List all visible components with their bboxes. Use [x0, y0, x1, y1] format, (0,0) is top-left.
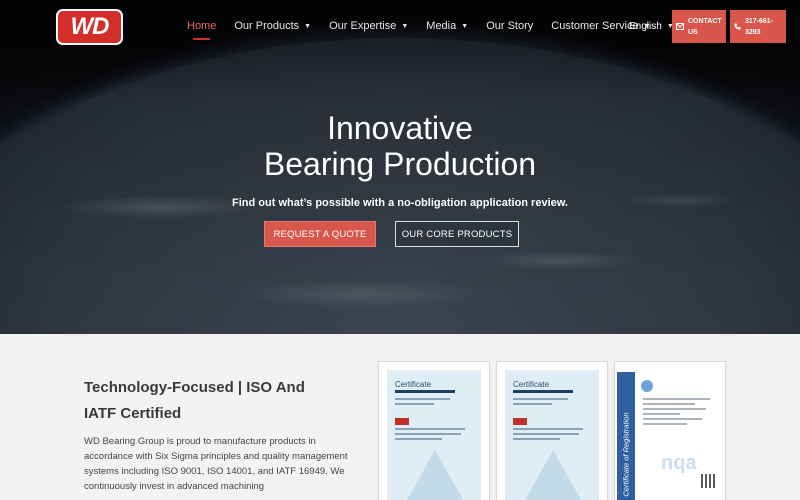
- certificate-logo: [513, 418, 527, 425]
- core-products-button[interactable]: OUR CORE PRODUCTS: [395, 221, 519, 247]
- qr-code-icon: [701, 474, 715, 488]
- nav-home[interactable]: Home: [187, 20, 217, 40]
- caret-down-icon: ▼: [401, 22, 409, 30]
- contact-us-text: CONTACT US: [688, 16, 722, 38]
- certificate-text-lines: [643, 398, 717, 428]
- nav-customer-service-label: Customer Service: [551, 20, 639, 32]
- certificate-background: Certificate: [387, 370, 481, 500]
- certificate-text-lines: [513, 428, 591, 443]
- certificate-background: Certificate: [505, 370, 599, 500]
- nav-our-story-label: Our Story: [486, 20, 534, 32]
- logo-text: WD: [70, 13, 110, 40]
- nav-our-products[interactable]: Our Products ▼: [234, 20, 311, 32]
- contact-us-line-2: US: [688, 28, 698, 36]
- phone-button[interactable]: 317-661- 3293: [730, 10, 786, 43]
- nav-our-products-label: Our Products: [234, 20, 300, 32]
- company-logo[interactable]: WD: [56, 9, 123, 45]
- certificate-watermark: [525, 450, 581, 500]
- caret-down-icon: ▼: [461, 22, 469, 30]
- envelope-icon: [676, 23, 684, 30]
- certificate-image[interactable]: Certificate: [378, 361, 490, 500]
- phone-line-1: 317-661-: [745, 17, 774, 25]
- caret-down-icon: ▼: [304, 22, 312, 30]
- phone-number-text: 317-661- 3293: [745, 16, 773, 38]
- certificate-logo: [395, 418, 409, 425]
- certificate-image[interactable]: Certificate of Registration nqa: [614, 361, 726, 500]
- section-body: WD Bearing Group is proud to manufacture…: [84, 436, 348, 492]
- nav-media[interactable]: Media ▼: [426, 20, 468, 32]
- certificate-text-lines: [513, 398, 591, 408]
- certificate-text-lines: [395, 428, 473, 443]
- nav-media-label: Media: [426, 20, 457, 32]
- certificate-watermark: [407, 450, 463, 500]
- certificate-band: [513, 390, 573, 393]
- certificate-band: [395, 390, 455, 393]
- request-quote-button[interactable]: REQUEST A QUOTE: [264, 221, 376, 247]
- certificate-side-band: Certificate of Registration: [617, 372, 635, 500]
- contact-us-button[interactable]: CONTACT US: [672, 10, 726, 43]
- language-label: English: [629, 21, 662, 32]
- hero-subtitle: Find out what’s possible with a no-oblig…: [232, 197, 568, 209]
- phone-icon: [734, 23, 741, 30]
- contact-us-line-1: CONTACT: [688, 17, 722, 25]
- certification-seal-icon: [641, 380, 653, 392]
- hero-title: Innovative Bearing Production: [0, 110, 800, 182]
- main-navigation: Home Our Products ▼ Our Expertise ▼ Medi…: [187, 20, 669, 40]
- certificate-side-text: Certificate of Registration: [621, 412, 631, 497]
- nav-home-label: Home: [187, 20, 217, 32]
- certificate-text-lines: [395, 398, 473, 408]
- hero-title-line-2: Bearing Production: [263, 146, 537, 182]
- nav-our-expertise-label: Our Expertise: [329, 20, 397, 32]
- language-selector[interactable]: English ▼: [629, 21, 674, 32]
- certificate-heading: Certificate: [513, 380, 550, 389]
- certificate-watermark: nqa: [661, 452, 697, 474]
- section-title: Technology-Focused | ISO And IATF Certif…: [84, 375, 344, 427]
- nav-our-story[interactable]: Our Story: [486, 20, 533, 32]
- nav-our-expertise[interactable]: Our Expertise ▼: [329, 20, 408, 32]
- certificate-heading: Certificate: [395, 380, 432, 389]
- section-title-line-1: Technology-Focused | ISO And: [84, 379, 305, 396]
- hero-title-line-1: Innovative: [327, 110, 473, 146]
- section-title-line-2: IATF Certified: [84, 405, 182, 422]
- phone-line-2: 3293: [745, 28, 761, 36]
- certificate-image[interactable]: Certificate: [496, 361, 608, 500]
